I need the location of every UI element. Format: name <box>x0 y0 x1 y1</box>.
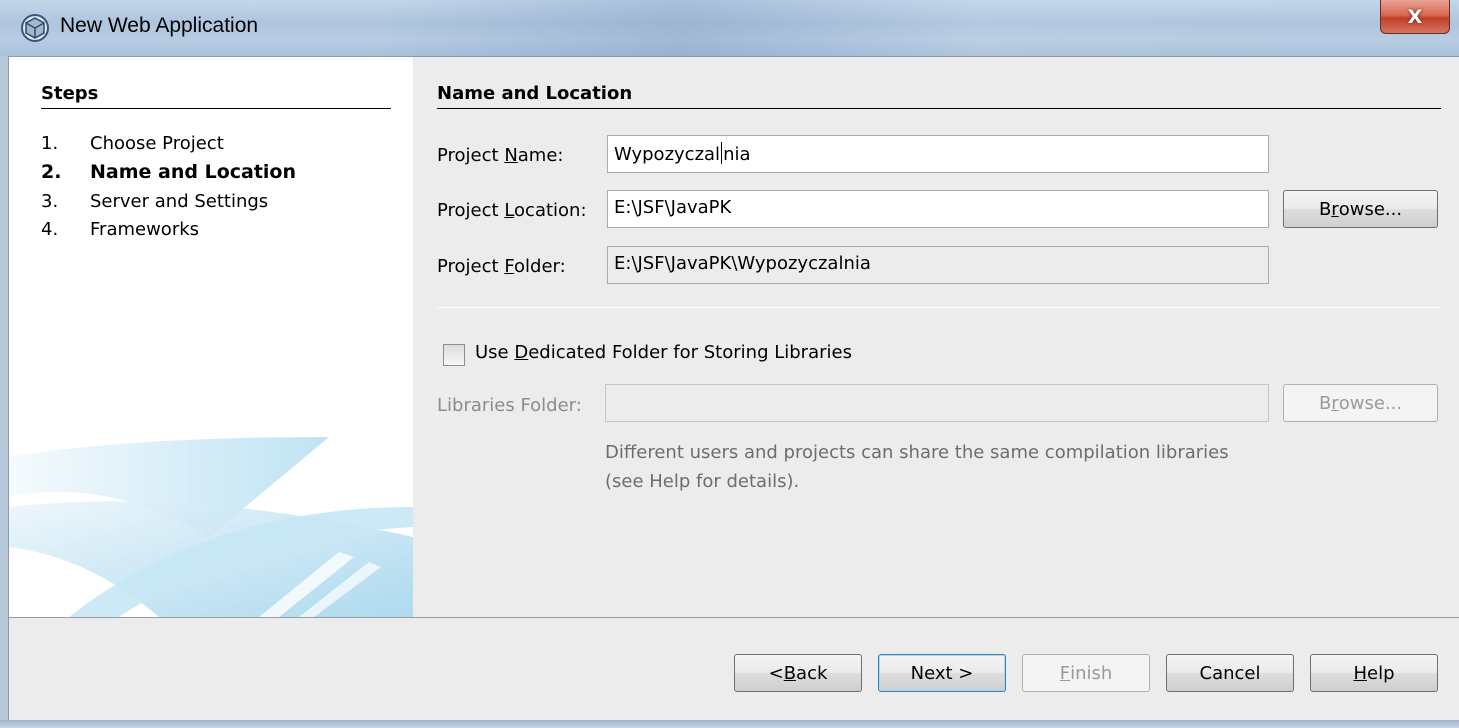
button-text: B <box>1318 198 1332 220</box>
step-label: Frameworks <box>90 219 200 240</box>
libraries-folder-input[interactable] <box>605 384 1269 422</box>
libraries-folder-label: Libraries Folder: <box>437 395 582 416</box>
content-panel: Name and Location Project Name: Wypozycz… <box>413 57 1459 617</box>
window-bottom-border <box>0 720 1459 728</box>
step-server-and-settings: 3. Server and Settings <box>41 191 268 212</box>
label-text: older: <box>514 256 566 277</box>
project-folder-field[interactable]: E:\JSF\JavaPK\Wypozyczalnia <box>607 246 1269 284</box>
input-text: nia <box>723 144 751 165</box>
mnemonic-char: r <box>1331 392 1339 414</box>
browse-libraries-button[interactable]: Br owse... <box>1283 384 1438 422</box>
wizard-footer: < Back Next > Finish Cancel Help <box>9 617 1459 721</box>
project-name-label: Project Name: <box>437 145 563 166</box>
project-location-input[interactable]: E:\JSF\JavaPK <box>607 190 1269 228</box>
label-text: Project <box>437 200 505 221</box>
mnemonic-char: H <box>1353 662 1368 684</box>
steps-divider <box>41 108 391 109</box>
window-title: New Web Application <box>60 14 259 37</box>
step-number: 1. <box>41 133 59 154</box>
title-bar[interactable]: New Web Application X <box>0 0 1459 56</box>
close-icon: X <box>1407 5 1423 28</box>
label-text: Project <box>437 145 505 166</box>
button-text: owse... <box>1338 392 1403 414</box>
step-choose-project: 1. Choose Project <box>41 133 224 154</box>
netbeans-cube-icon <box>21 14 49 42</box>
step-number: 2. <box>41 161 62 183</box>
step-label: Server and Settings <box>90 191 269 212</box>
text-caret <box>721 142 723 164</box>
label-text: Project <box>437 256 505 277</box>
step-name-and-location: 2. Name and Location <box>41 161 296 183</box>
button-text: inish <box>1070 662 1113 684</box>
browse-location-button[interactable]: Br owse... <box>1283 190 1438 228</box>
button-text: Cancel <box>1199 662 1261 684</box>
finish-button[interactable]: Finish <box>1022 654 1150 692</box>
close-button[interactable]: X <box>1380 0 1450 34</box>
next-button[interactable]: Next > <box>878 654 1006 692</box>
section-heading: Name and Location <box>437 83 633 104</box>
mnemonic-char: r <box>1331 198 1339 220</box>
label-text: ocation: <box>514 200 587 221</box>
cancel-button[interactable]: Cancel <box>1166 654 1294 692</box>
form-separator <box>437 307 1441 308</box>
libraries-hint-line1: Different users and projects can share t… <box>605 442 1229 463</box>
label-text: edicated Folder for Storing Libraries <box>528 342 852 363</box>
step-number: 3. <box>41 191 59 212</box>
dedicated-folder-checkbox[interactable] <box>443 344 465 366</box>
section-divider <box>437 108 1441 109</box>
step-frameworks: 4. Frameworks <box>41 219 199 240</box>
mnemonic-char: F <box>504 256 515 277</box>
project-location-label: Project Location: <box>437 200 587 221</box>
label-text: ame: <box>517 145 564 166</box>
help-button[interactable]: Help <box>1310 654 1438 692</box>
mnemonic-char: F <box>1059 662 1071 684</box>
dedicated-folder-label[interactable]: Use Dedicated Folder for Storing Librari… <box>475 342 852 363</box>
title-bar-glass <box>380 0 1280 56</box>
dialog-client-area: Steps 1. Choose Project 2. Name and Locati… <box>8 56 1459 721</box>
steps-heading: Steps <box>41 83 99 104</box>
step-number: 4. <box>41 219 59 240</box>
mnemonic-char: B <box>783 662 797 684</box>
back-button[interactable]: < Back <box>734 654 862 692</box>
input-text: E:\JSF\JavaPK <box>614 197 732 218</box>
mnemonic-char: N <box>504 145 518 166</box>
button-text: elp <box>1367 662 1395 684</box>
button-text: owse... <box>1338 198 1403 220</box>
project-name-input[interactable]: Wypozyczal nia <box>607 135 1269 173</box>
button-text: < <box>768 662 784 684</box>
input-text: Wypozyczal <box>614 144 721 165</box>
project-folder-label: Project Folder: <box>437 256 566 277</box>
mnemonic-char: L <box>504 200 515 221</box>
mnemonic-char: D <box>514 342 529 363</box>
step-label: Name and Location <box>90 161 297 183</box>
wizard-decoration-graphic <box>9 437 413 617</box>
steps-panel: Steps 1. Choose Project 2. Name and Locati… <box>9 57 413 617</box>
button-text: Next > <box>910 662 974 684</box>
label-text: Use <box>475 342 515 363</box>
step-label: Choose Project <box>90 133 224 154</box>
button-text: ack <box>796 662 828 684</box>
libraries-hint-line2: (see Help for details). <box>605 471 800 492</box>
input-text: E:\JSF\JavaPK\Wypozyczalnia <box>614 253 871 274</box>
button-text: B <box>1318 392 1332 414</box>
